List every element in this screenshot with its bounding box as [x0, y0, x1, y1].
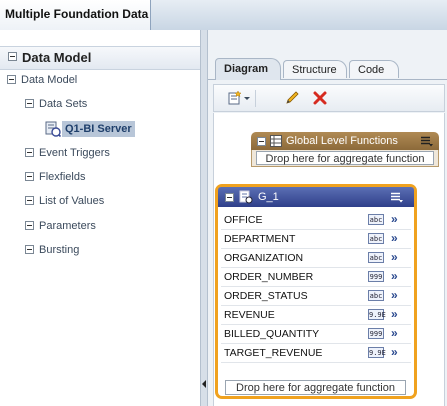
column-actions-icon[interactable]: »	[391, 326, 398, 340]
tree-item-data-model[interactable]: Data Model	[7, 74, 77, 86]
diagram-toolbar	[213, 84, 445, 112]
diagram-canvas: Global Level Functions Drop here for agg…	[213, 113, 445, 406]
global-functions-title: Global Level Functions	[286, 135, 398, 147]
column-actions-icon[interactable]: »	[391, 307, 398, 321]
column-name: REVENUE	[224, 309, 275, 321]
column-row-billed-quantity[interactable]: BILLED_QUANTITY 999 »	[221, 325, 411, 344]
tab-code[interactable]: Code	[349, 60, 399, 78]
tree-item-event-triggers[interactable]: Event Triggers	[25, 147, 110, 159]
aggregate-drop-zone[interactable]: Drop here for aggregate function	[256, 151, 434, 165]
column-name: BILLED_QUANTITY	[224, 328, 320, 340]
menu-lines-icon[interactable]	[421, 136, 433, 147]
decimal-type-icon: 9.9E	[368, 347, 386, 358]
collapse-icon[interactable]	[225, 193, 234, 202]
group-g1[interactable]: G_1 OFFICE abc » DEPARTMENT abc » ORGANI…	[215, 184, 417, 399]
tree-label: Flexfields	[39, 171, 86, 183]
expand-icon[interactable]	[25, 245, 34, 254]
group-title: G_1	[258, 191, 279, 203]
top-tab-bar: Multiple Foundation Data	[0, 0, 447, 31]
tree-item-flexfields[interactable]: Flexfields	[25, 171, 85, 183]
string-type-icon: abc	[368, 290, 384, 301]
column-name: ORDER_NUMBER	[224, 271, 314, 283]
tab-structure[interactable]: Structure	[283, 60, 347, 78]
decimal-type-icon: 9.9E	[368, 309, 386, 320]
collapse-icon[interactable]	[7, 75, 16, 84]
integer-type-icon: 999	[368, 328, 384, 339]
column-actions-icon[interactable]: »	[391, 269, 398, 283]
column-row-department[interactable]: DEPARTMENT abc »	[221, 230, 411, 249]
tree-label: Parameters	[39, 220, 96, 232]
tab-diagram[interactable]: Diagram	[215, 58, 281, 80]
right-panel: Diagram Structure Code Global Level Func…	[208, 30, 447, 406]
column-row-revenue[interactable]: REVENUE 9.9E »	[221, 306, 411, 325]
tree-label: Data Sets	[39, 98, 88, 110]
collapse-icon[interactable]	[257, 137, 266, 146]
tree-item-parameters[interactable]: Parameters	[25, 220, 96, 232]
tree-label: Data Model	[21, 74, 78, 86]
string-type-icon: abc	[368, 214, 384, 225]
column-row-order-number[interactable]: ORDER_NUMBER 999 »	[221, 268, 411, 287]
toolbar-separator	[255, 90, 256, 107]
left-panel: Data Model Data Model Data Sets Q1-BI Se…	[0, 30, 200, 406]
column-actions-icon[interactable]: »	[391, 250, 398, 264]
column-name: TARGET_REVENUE	[224, 347, 323, 359]
column-row-organization[interactable]: ORGANIZATION abc »	[221, 249, 411, 268]
column-actions-icon[interactable]: »	[391, 231, 398, 245]
collapse-icon[interactable]	[25, 99, 34, 108]
column-row-order-status[interactable]: ORDER_STATUS abc »	[221, 287, 411, 306]
tab-title: Multiple Foundation Data	[5, 7, 149, 21]
global-level-functions-panel: Global Level Functions Drop here for agg…	[251, 132, 439, 167]
integer-type-icon: 999	[368, 271, 384, 282]
menu-lines-icon[interactable]	[391, 192, 403, 203]
collapse-left-arrow-icon[interactable]	[202, 380, 206, 388]
expand-icon[interactable]	[25, 172, 34, 181]
panel-title: Data Model	[22, 50, 92, 65]
column-row-target-revenue[interactable]: TARGET_REVENUE 9.9E »	[221, 344, 411, 363]
delete-x-icon[interactable]	[312, 90, 328, 106]
tree-item-list-of-values[interactable]: List of Values	[25, 195, 104, 207]
function-table-icon	[270, 135, 282, 147]
column-actions-icon[interactable]: »	[391, 212, 398, 226]
string-type-icon: abc	[368, 252, 384, 263]
collapse-icon[interactable]	[8, 52, 17, 61]
column-row-office[interactable]: OFFICE abc »	[221, 211, 411, 230]
aggregate-drop-zone[interactable]: Drop here for aggregate function	[225, 380, 406, 395]
column-actions-icon[interactable]: »	[391, 288, 398, 302]
group-dataset-icon	[239, 190, 253, 204]
sql-dataset-icon	[45, 121, 61, 137]
column-name: ORDER_STATUS	[224, 290, 308, 302]
column-name: OFFICE	[224, 214, 263, 226]
tree-item-data-sets[interactable]: Data Sets	[25, 98, 87, 110]
column-name: DEPARTMENT	[224, 233, 296, 245]
edit-pencil-icon[interactable]	[284, 90, 300, 106]
tree-label: Bursting	[39, 244, 80, 256]
panel-header: Data Model	[0, 46, 200, 70]
expand-icon[interactable]	[25, 148, 34, 157]
global-functions-header: Global Level Functions	[251, 132, 439, 150]
tree-label: Event Triggers	[39, 147, 110, 159]
column-actions-icon[interactable]: »	[391, 345, 398, 359]
new-dataset-icon[interactable]	[227, 90, 243, 106]
tab-multiple-foundation-data[interactable]: Multiple Foundation Data	[0, 0, 151, 30]
expand-icon[interactable]	[25, 221, 34, 230]
expand-icon[interactable]	[25, 196, 34, 205]
view-tabs: Diagram Structure Code	[208, 56, 447, 80]
dropdown-icon[interactable]	[243, 90, 251, 106]
group-header: G_1	[218, 187, 414, 207]
string-type-icon: abc	[368, 233, 384, 244]
tree-item-bursting[interactable]: Bursting	[25, 244, 79, 256]
column-name: ORGANIZATION	[224, 252, 304, 264]
pane-splitter[interactable]	[200, 30, 208, 406]
tree-label: List of Values	[39, 195, 105, 207]
tree-label: Q1-BI Server	[62, 121, 135, 137]
